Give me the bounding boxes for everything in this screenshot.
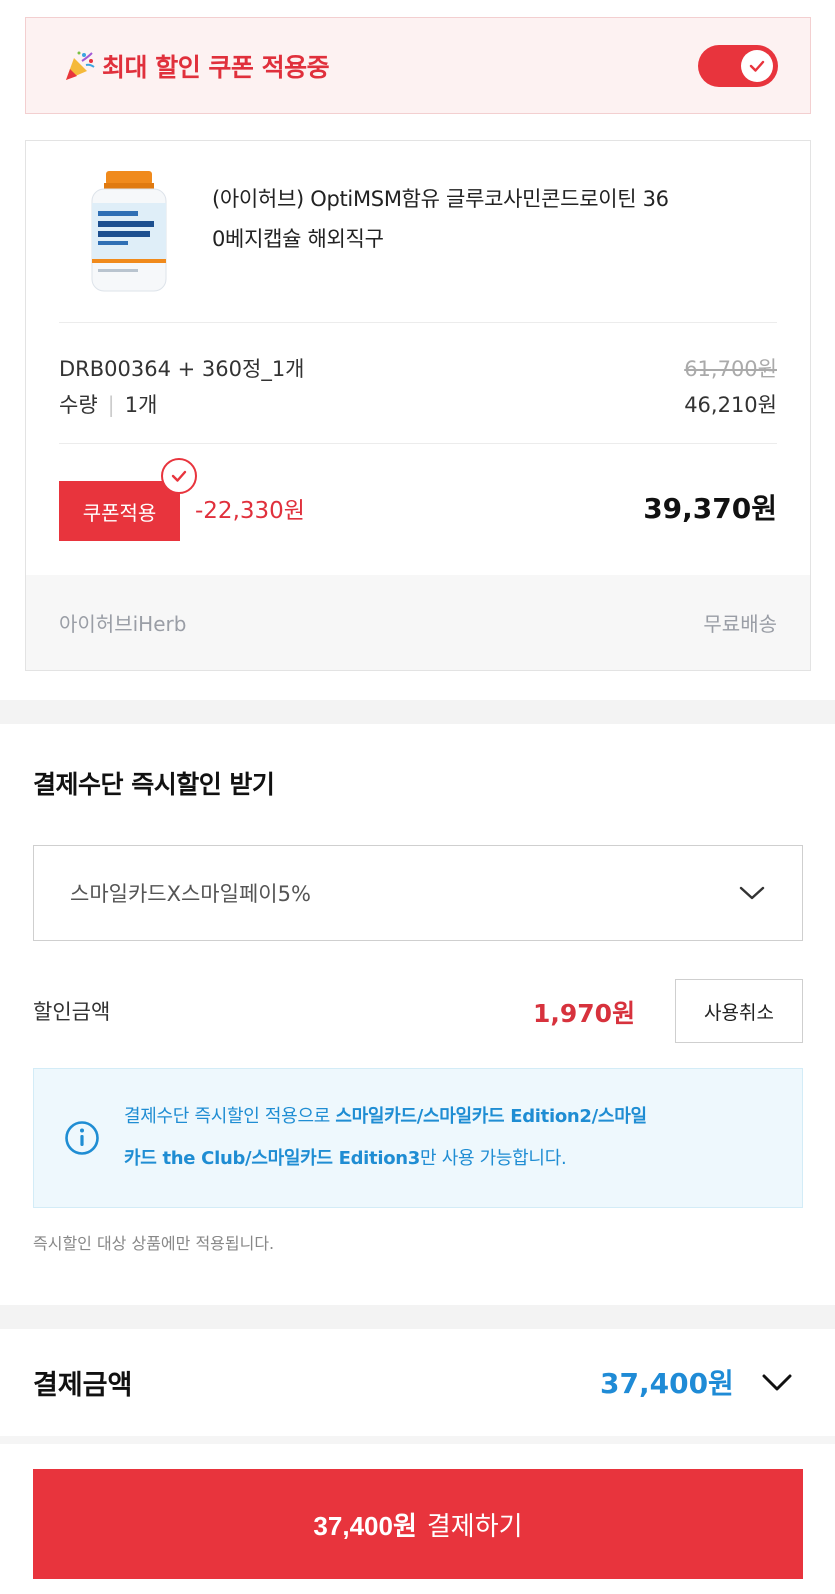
divider (59, 322, 777, 323)
pay-button-label: 결제하기 (426, 1510, 523, 1541)
check-icon (171, 470, 187, 482)
cancel-discount-button[interactable]: 사용취소 (675, 979, 803, 1043)
payment-total-label: 결제금액 (33, 1370, 133, 1401)
coupon-discount-amount: -22,330원 (195, 498, 305, 524)
product-option: DRB00364 + 360정_1개 (59, 357, 305, 381)
quantity: 수량 | 1개 (59, 389, 157, 419)
coupon-toggle[interactable] (698, 44, 778, 87)
info-line1: 결제수단 즉시할인 적용으로 스마일카드/스마일카드 Edition2/스마일 (124, 1096, 647, 1138)
chevron-down-icon[interactable] (760, 1370, 794, 1394)
separator: | (107, 393, 115, 417)
selected-payment-method: 스마일카드X스마일페이5% (70, 882, 311, 906)
divider (59, 443, 777, 444)
sale-price: 46,210원 (684, 393, 777, 417)
section-gap (0, 1305, 835, 1329)
coupon-apply-button[interactable]: 쿠폰적용 (59, 481, 180, 541)
product-name-line1: (아이허브) OptiMSM함유 글루코사민콘드로이틴 36 (212, 187, 669, 211)
payment-total-amount: 37,400원 (600, 1367, 734, 1400)
section-gap (0, 1436, 835, 1444)
info-prefix: 결제수단 즉시할인 적용으로 (124, 1106, 336, 1127)
product-name-line2: 0베지캡슐 해외직구 (212, 227, 384, 251)
seller-name[interactable]: 아이허브iHerb (59, 608, 186, 637)
pay-button[interactable]: 37,400원 결제하기 (33, 1469, 803, 1579)
product-final-price: 39,370원 (643, 492, 777, 525)
section-gap (0, 700, 835, 724)
shipping-info: 무료배송 (703, 612, 777, 636)
quantity-label: 수량 (59, 393, 98, 417)
check-icon (749, 60, 765, 72)
payment-discount-title: 결제수단 즉시할인 받기 (33, 770, 275, 799)
coupon-banner-label: 최대 할인 쿠폰 적용중 (102, 52, 330, 82)
product-name[interactable]: (아이허브) OptiMSM함유 글루코사민콘드로이틴 36 0베지캡슐 해외직… (212, 179, 777, 259)
chevron-down-icon (739, 886, 765, 900)
info-icon (65, 1121, 99, 1155)
discount-note: 즉시할인 대상 상품에만 적용됩니다. (33, 1234, 275, 1253)
pay-button-amount: 37,400원 (313, 1510, 417, 1541)
info-cards-cont: 카드 the Club/스마일카드 Edition3 (124, 1148, 421, 1169)
party-popper-icon (66, 51, 95, 80)
discount-info-text: 결제수단 즉시할인 적용으로 스마일카드/스마일카드 Edition2/스마일 … (124, 1096, 647, 1180)
toggle-knob (741, 49, 773, 82)
payment-method-select[interactable]: 스마일카드X스마일페이5% (33, 845, 803, 941)
quantity-value: 1개 (124, 393, 158, 417)
info-cards: 스마일카드/스마일카드 Edition2/스마일 (335, 1106, 647, 1127)
discount-info-box: 결제수단 즉시할인 적용으로 스마일카드/스마일카드 Edition2/스마일 … (33, 1068, 803, 1208)
product-thumbnail[interactable] (84, 171, 174, 293)
info-line2: 카드 the Club/스마일카드 Edition3만 사용 가능합니다. (124, 1138, 647, 1180)
product-card: (아이허브) OptiMSM함유 글루코사민콘드로이틴 36 0베지캡슐 해외직… (25, 140, 811, 671)
discount-amount-value: 1,970원 (533, 999, 636, 1028)
max-coupon-banner: 최대 할인 쿠폰 적용중 (25, 17, 811, 114)
seller-bar: 아이허브iHerb 무료배송 (26, 575, 810, 670)
discount-amount-label: 할인금액 (33, 1000, 111, 1024)
original-price: 61,700원 (684, 357, 777, 381)
coupon-check-badge (161, 458, 197, 494)
info-suffix: 만 사용 가능합니다. (420, 1148, 567, 1169)
